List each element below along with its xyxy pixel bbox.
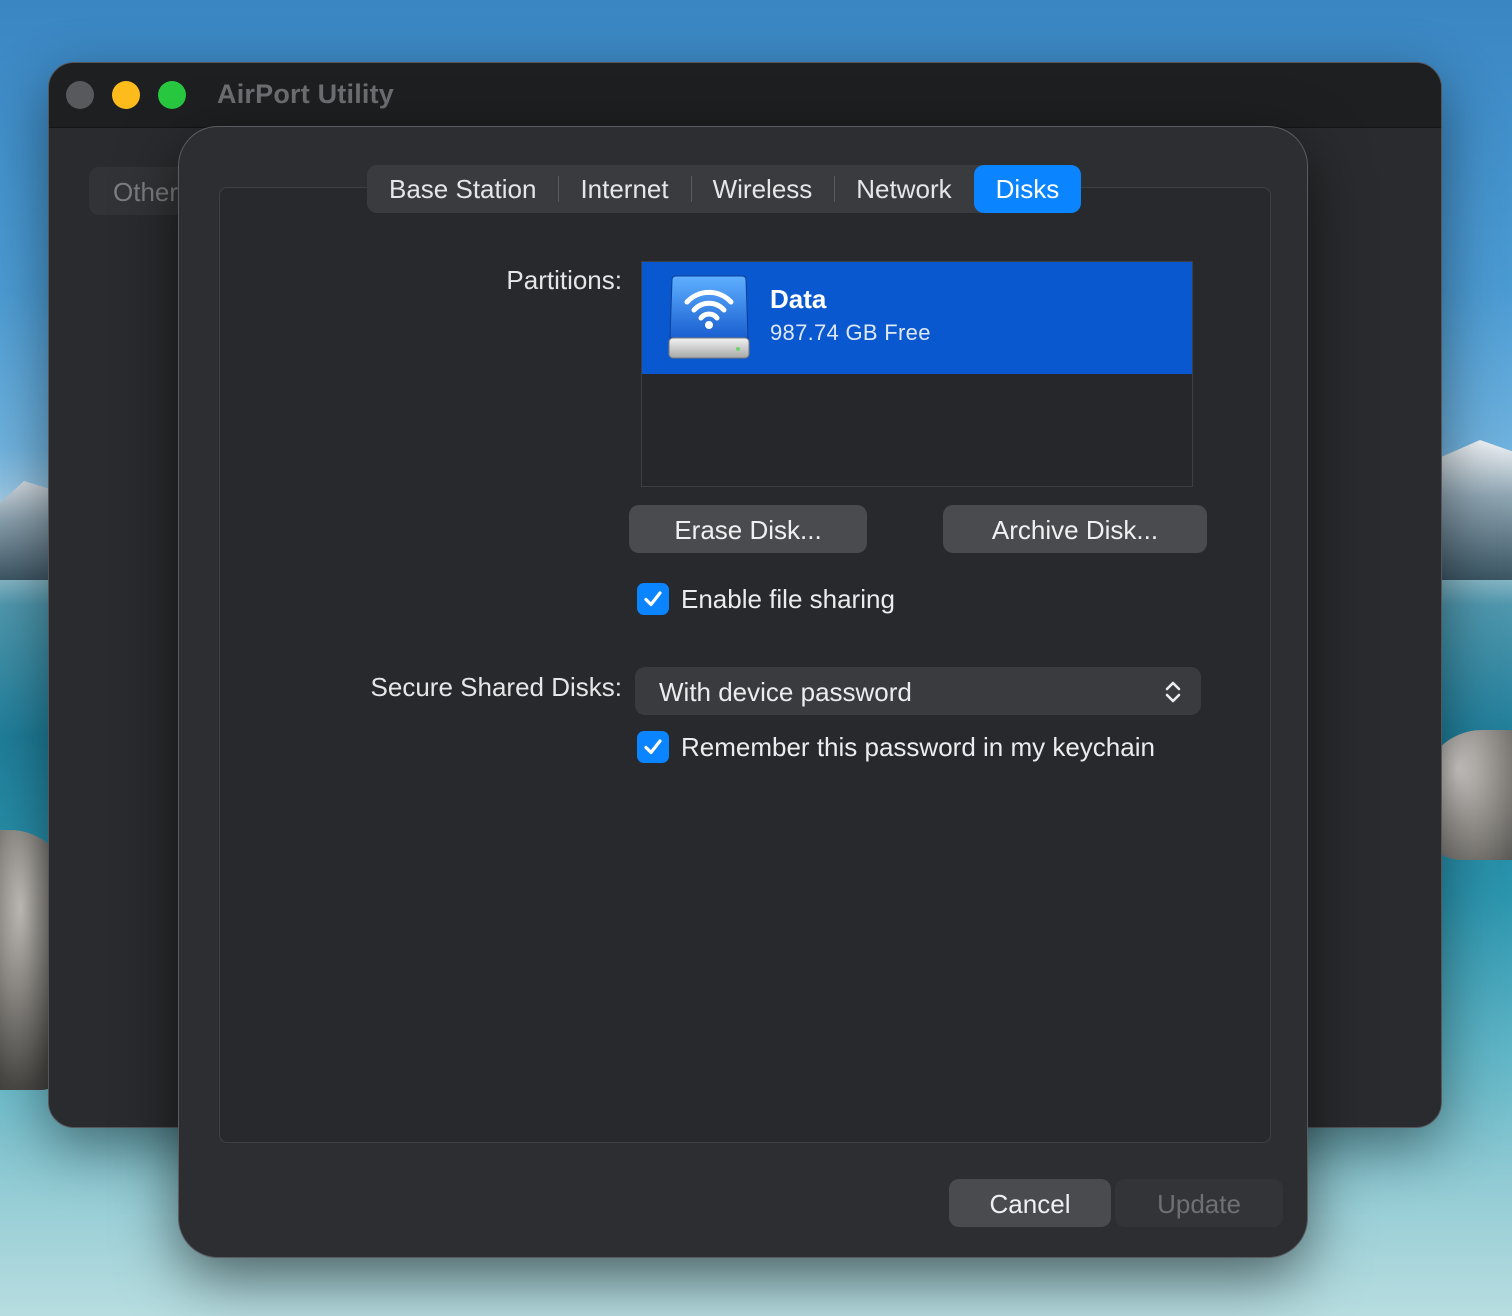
tab-base-station[interactable]: Base Station xyxy=(367,165,558,213)
secure-shared-disks-label: Secure Shared Disks: xyxy=(370,672,622,702)
tab-disks[interactable]: Disks xyxy=(973,165,1082,213)
sidebar-item-label: Other xyxy=(113,177,179,207)
cancel-button[interactable]: Cancel xyxy=(949,1179,1111,1227)
partition-free-space: 987.74 GB Free xyxy=(770,320,931,345)
title-bar: AirPort Utility xyxy=(49,63,1441,128)
list-item[interactable]: Data 987.74 GB Free xyxy=(642,262,1192,374)
tab-wireless[interactable]: Wireless xyxy=(690,165,835,213)
tab-internet[interactable]: Internet xyxy=(558,165,690,213)
remember-password-row: Remember this password in my keychain xyxy=(637,731,1155,763)
enable-file-sharing-label[interactable]: Enable file sharing xyxy=(681,584,895,615)
tab-bar: Base Station Internet Wireless Network D… xyxy=(367,165,1082,213)
partition-name: Data xyxy=(770,284,827,314)
remember-password-label[interactable]: Remember this password in my keychain xyxy=(681,732,1155,763)
partitions-list[interactable]: Data 987.74 GB Free xyxy=(641,261,1193,487)
checkmark-icon xyxy=(644,591,662,607)
wallpaper-mountain xyxy=(1432,440,1512,580)
checkmark-icon xyxy=(644,739,662,755)
close-window-button[interactable] xyxy=(66,81,94,109)
erase-disk-button[interactable]: Erase Disk... xyxy=(629,505,867,553)
archive-disk-button[interactable]: Archive Disk... xyxy=(943,505,1207,553)
airport-disk-icon xyxy=(668,275,750,359)
zoom-window-button[interactable] xyxy=(158,81,186,109)
minimize-window-button[interactable] xyxy=(112,81,140,109)
settings-sheet: Base Station Internet Wireless Network D… xyxy=(178,126,1308,1258)
secure-shared-disks-select[interactable]: With device password xyxy=(635,667,1201,715)
window-title: AirPort Utility xyxy=(217,79,395,109)
select-value: With device password xyxy=(659,677,912,707)
remember-password-checkbox[interactable] xyxy=(637,731,669,763)
partitions-label: Partitions: xyxy=(506,265,622,295)
update-button[interactable]: Update xyxy=(1115,1179,1283,1227)
enable-file-sharing-row: Enable file sharing xyxy=(637,583,895,615)
chevron-up-down-icon xyxy=(1165,681,1181,703)
enable-file-sharing-checkbox[interactable] xyxy=(637,583,669,615)
tab-network[interactable]: Network xyxy=(834,165,973,213)
